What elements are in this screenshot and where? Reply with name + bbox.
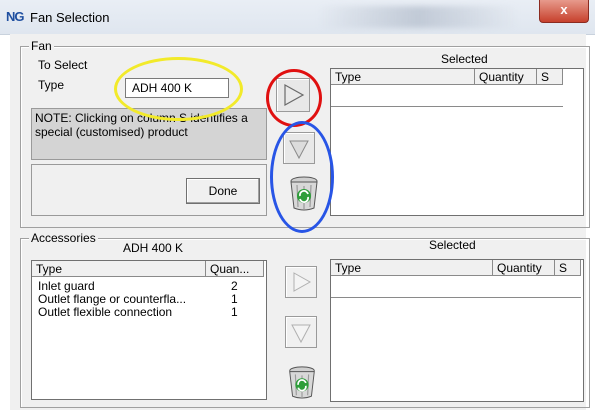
remove-accessory-button[interactable] [285, 316, 317, 348]
item-type: Outlet flexible connection [38, 305, 173, 319]
column-header-quantity[interactable]: Quantity [475, 69, 537, 85]
column-header-type[interactable]: Type [331, 260, 493, 276]
type-label: Type [38, 78, 65, 92]
accessories-available-list[interactable]: Type Quan... Inlet guard 2 Outlet flange… [31, 260, 267, 400]
delete-accessory-button[interactable] [285, 364, 319, 400]
fan-selected-label: Selected [441, 52, 488, 66]
item-type: Outlet flange or counterfla... [38, 292, 187, 306]
red-highlight-ring [266, 69, 322, 127]
column-header-s[interactable]: S [555, 260, 581, 276]
yellow-highlight-ring [114, 57, 243, 121]
column-header-quantity[interactable]: Quantity [493, 260, 555, 276]
play-triangle-right-icon [293, 272, 312, 292]
close-button[interactable]: x [539, 0, 589, 23]
fan-selected-empty-row [331, 86, 563, 107]
accessories-selected-empty-row [331, 277, 581, 298]
accessories-selected-list[interactable]: Type Quantity S [330, 259, 584, 402]
title-bar: NG Fan Selection x [0, 0, 595, 35]
add-accessory-button[interactable] [285, 266, 317, 298]
to-select-label: To Select [38, 58, 88, 72]
fan-selected-list[interactable]: Type Quantity S [330, 68, 584, 216]
accessories-product-label: ADH 400 K [123, 241, 184, 255]
column-header-type[interactable]: Type [331, 69, 475, 85]
window-title: Fan Selection [30, 10, 110, 25]
list-item[interactable]: Outlet flexible connection [38, 306, 172, 319]
column-header-s[interactable]: S [537, 69, 563, 85]
blue-highlight-ring [270, 121, 334, 233]
list-item-qty: 1 [231, 305, 238, 319]
app-logo: NG [6, 9, 24, 24]
column-header-quantity[interactable]: Quan... [206, 261, 264, 277]
accessories-group-legend: Accessories [29, 231, 98, 245]
accessories-selected-label: Selected [429, 238, 476, 252]
triangle-down-icon [291, 324, 311, 344]
done-button[interactable]: Done [186, 178, 260, 204]
fan-group-legend: Fan [29, 39, 54, 53]
column-header-type[interactable]: Type [32, 261, 206, 277]
item-type: Inlet guard [38, 279, 95, 293]
recycle-bin-icon [289, 366, 315, 399]
blurred-title-region [318, 6, 518, 28]
